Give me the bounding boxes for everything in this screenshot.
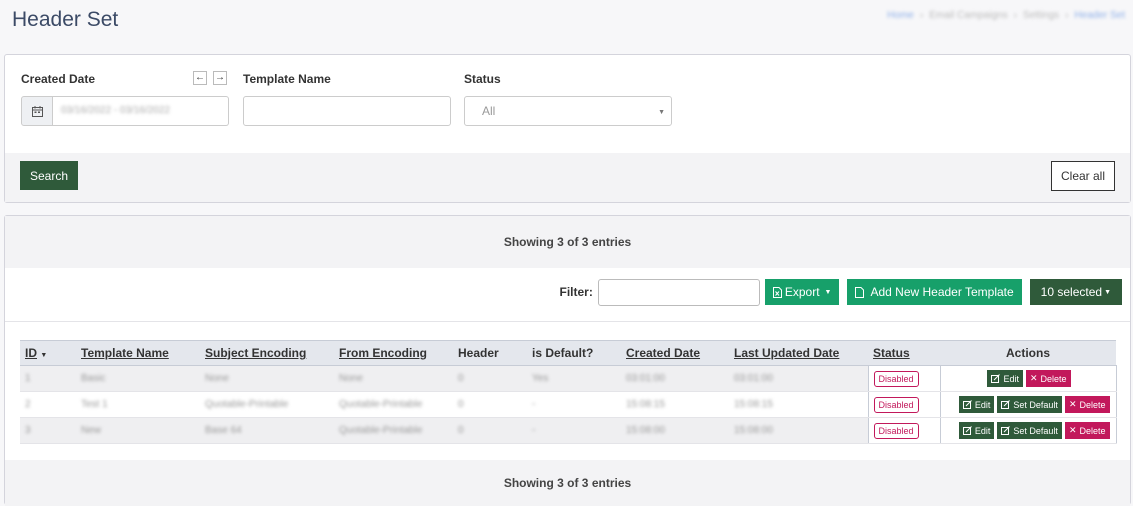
status-select[interactable]: All ▼ bbox=[464, 96, 672, 126]
search-button[interactable]: Search bbox=[20, 161, 78, 190]
edit-button[interactable]: Edit bbox=[987, 370, 1023, 387]
column-select-dropdown[interactable]: 10 selected ▼ bbox=[1029, 279, 1122, 305]
column-header-id[interactable]: ID ▼ bbox=[20, 340, 76, 366]
delete-button[interactable]: ✕ Delete bbox=[1064, 396, 1110, 413]
table-row: 1 Basic None None 0 Yes 03:01:00 03:01:0… bbox=[20, 365, 1117, 392]
file-icon bbox=[855, 286, 865, 298]
clear-all-button[interactable]: Clear all bbox=[1051, 161, 1115, 191]
column-header-header: Header bbox=[453, 340, 527, 366]
close-icon: ✕ bbox=[1029, 373, 1038, 383]
edit-icon bbox=[962, 400, 972, 409]
created-date-label: Created Date bbox=[21, 72, 96, 86]
arrow-left-icon: ← bbox=[195, 72, 205, 83]
edit-button[interactable]: Edit bbox=[958, 422, 995, 439]
calendar-icon[interactable] bbox=[21, 96, 53, 126]
add-header-template-button[interactable]: Add New Header Template bbox=[847, 279, 1022, 305]
grid-toolbar: Filter: Export ▼ Add New Header Template… bbox=[559, 278, 1122, 306]
column-header-template-name[interactable]: Template Name bbox=[76, 340, 200, 366]
header-templates-table: ID ▼ Template Name Subject Encoding From… bbox=[20, 340, 1117, 444]
caret-down-icon: ▼ bbox=[1104, 288, 1111, 296]
delete-button[interactable]: ✕ Delete bbox=[1064, 422, 1110, 439]
column-header-status[interactable]: Status bbox=[868, 340, 940, 366]
prev-date-button[interactable]: ← bbox=[193, 71, 207, 85]
export-button[interactable]: Export ▼ bbox=[764, 279, 840, 305]
showing-entries-bottom: Showing 3 of 3 entries bbox=[5, 460, 1130, 506]
arrow-right-icon: → bbox=[215, 72, 225, 83]
sort-desc-icon: ▼ bbox=[40, 352, 48, 359]
created-date-picker[interactable]: 03/16/2022 - 03/16/2022 bbox=[21, 96, 229, 126]
breadcrumb-settings[interactable]: Settings bbox=[1023, 10, 1059, 21]
column-header-created-date[interactable]: Created Date bbox=[621, 340, 729, 366]
search-panel: Created Date ← → 03/16/2022 - 03/16/2022… bbox=[4, 54, 1131, 203]
grid-panel: Showing 3 of 3 entries Filter: Export ▼ … bbox=[4, 215, 1131, 506]
delete-button[interactable]: ✕ Delete bbox=[1025, 370, 1071, 387]
column-header-is-default: is Default? bbox=[527, 340, 621, 366]
column-header-last-updated-date[interactable]: Last Updated Date bbox=[729, 340, 868, 366]
status-badge: Disabled bbox=[873, 370, 919, 387]
set-default-button[interactable]: Set Default bbox=[997, 422, 1062, 439]
close-icon: ✕ bbox=[1068, 399, 1077, 409]
excel-file-icon bbox=[772, 286, 782, 298]
filter-label: Filter: bbox=[559, 285, 593, 299]
table-row: 2 Test 1 Quotable-Printable Quotable-Pri… bbox=[20, 391, 1117, 418]
breadcrumb: Home › Email Campaigns › Settings › Header … bbox=[887, 10, 1125, 21]
showing-entries-top: Showing 3 of 3 entries bbox=[5, 216, 1130, 268]
edit-icon bbox=[1001, 400, 1011, 409]
search-footer: Search Clear all bbox=[5, 153, 1130, 202]
filter-input[interactable] bbox=[597, 278, 760, 306]
set-default-button[interactable]: Set Default bbox=[997, 396, 1062, 413]
status-label: Status bbox=[464, 72, 501, 86]
caret-down-icon: ▼ bbox=[824, 288, 832, 296]
template-name-input[interactable] bbox=[243, 96, 451, 126]
template-name-label: Template Name bbox=[243, 72, 331, 86]
divider bbox=[5, 321, 1130, 322]
column-header-from-encoding[interactable]: From Encoding bbox=[334, 340, 453, 366]
page-title: Header Set bbox=[12, 8, 119, 31]
column-header-subject-encoding[interactable]: Subject Encoding bbox=[200, 340, 334, 366]
edit-icon bbox=[991, 374, 1001, 383]
edit-icon bbox=[1001, 426, 1011, 435]
table-row: 3 New Base 64 Quotable-Printable 0 - 15:… bbox=[20, 417, 1117, 444]
column-header-actions: Actions bbox=[940, 340, 1116, 366]
caret-down-icon: ▼ bbox=[658, 109, 665, 116]
breadcrumb-email-campaigns[interactable]: Email Campaigns bbox=[929, 10, 1007, 21]
breadcrumb-current: Header Set bbox=[1074, 10, 1125, 21]
breadcrumb-home[interactable]: Home bbox=[887, 10, 914, 21]
created-date-input[interactable]: 03/16/2022 - 03/16/2022 bbox=[53, 96, 229, 126]
status-badge: Disabled bbox=[873, 396, 919, 413]
next-date-button[interactable]: → bbox=[213, 71, 227, 85]
edit-button[interactable]: Edit bbox=[958, 396, 995, 413]
status-badge: Disabled bbox=[873, 422, 919, 439]
edit-icon bbox=[962, 426, 972, 435]
close-icon: ✕ bbox=[1068, 425, 1077, 435]
